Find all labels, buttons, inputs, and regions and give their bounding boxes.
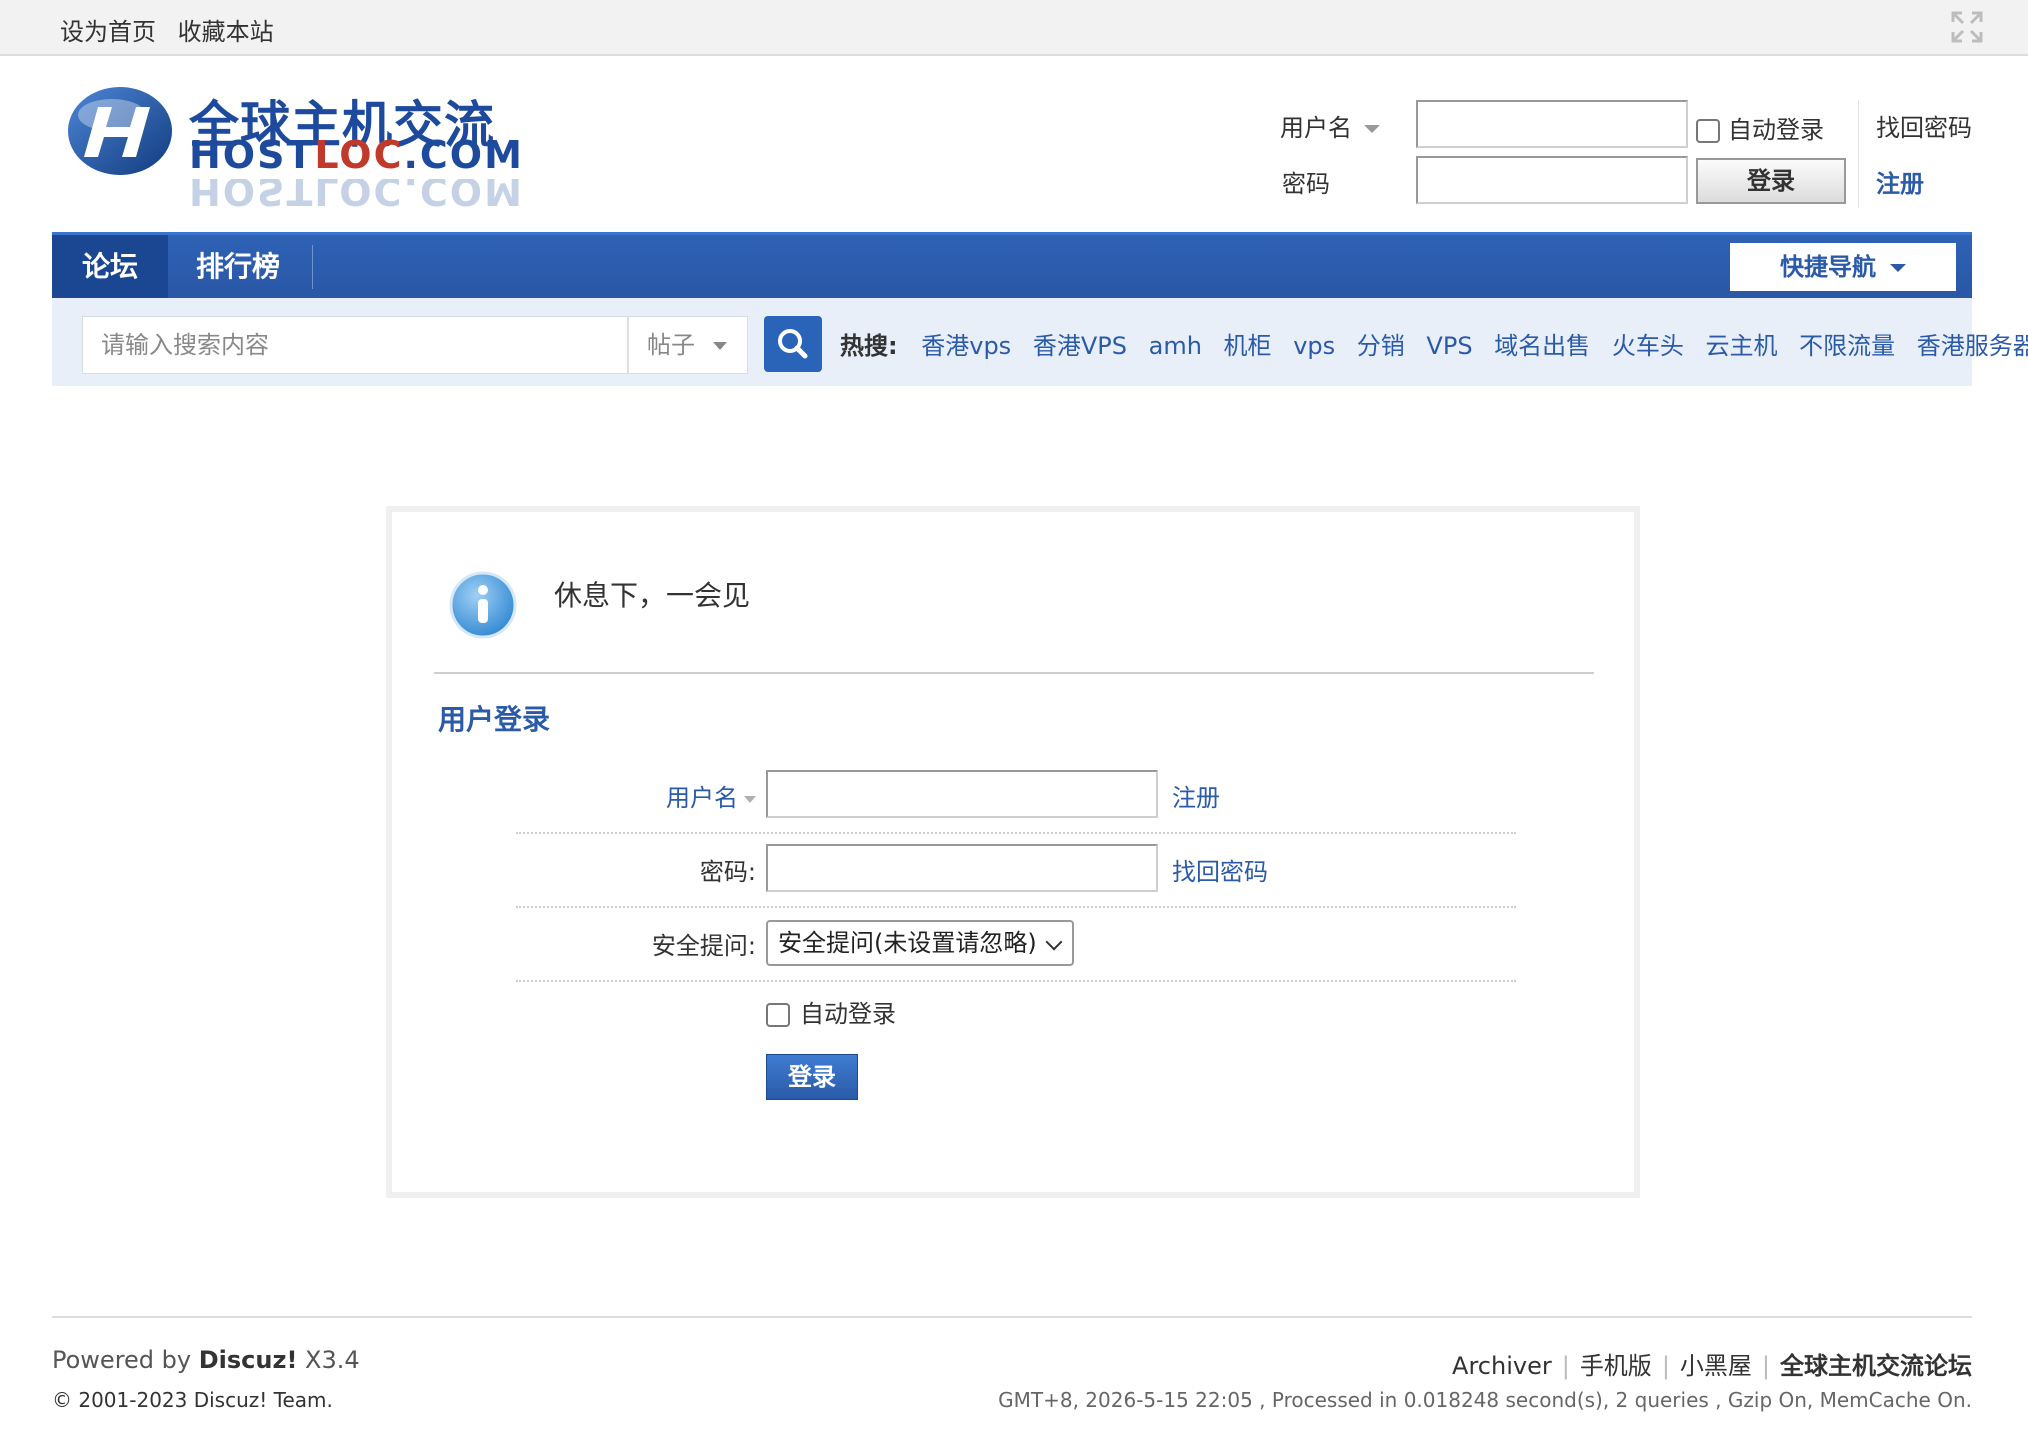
footer-divider	[52, 1316, 1972, 1318]
copyright: © 2001-2023 Discuz! Team.	[52, 1388, 333, 1412]
header-login-button[interactable]: 登录	[1696, 158, 1846, 204]
hot-link[interactable]: 香港vps	[921, 332, 1011, 360]
security-question-select[interactable]: 安全提问(未设置请忽略)	[766, 920, 1074, 966]
header-auto-login[interactable]: 自动登录	[1696, 110, 1824, 145]
header-password-input[interactable]	[1416, 156, 1688, 204]
divider	[1858, 100, 1859, 208]
password-input[interactable]	[766, 844, 1158, 892]
search-button[interactable]	[764, 316, 822, 372]
top-links: 设为首页 收藏本站	[60, 12, 288, 47]
hot-searches: 热搜: 香港vps 香港VPS amh 机柜 vps 分销 VPS 域名出售 火…	[840, 326, 2028, 361]
powered-by: Powered by Discuz! X3.4	[52, 1346, 360, 1374]
notice-message: 休息下，一会见	[554, 579, 751, 612]
hot-link[interactable]: 分销	[1357, 332, 1405, 360]
hot-link[interactable]: amh	[1149, 332, 1202, 360]
blacklist-link[interactable]: 小黑屋	[1680, 1352, 1752, 1380]
info-icon	[449, 571, 517, 639]
login-title: 用户登录	[438, 703, 551, 736]
hot-link[interactable]: 不限流量	[1799, 332, 1895, 360]
site-name-link[interactable]: 全球主机交流论坛	[1780, 1352, 1972, 1380]
password-label: 密码:	[699, 858, 756, 886]
search-type-select[interactable]: 帖子	[628, 316, 748, 374]
discuz-link[interactable]: Discuz!	[199, 1346, 298, 1374]
chevron-down-icon	[744, 795, 756, 803]
top-bar: 设为首页 收藏本站	[0, 0, 2028, 56]
server-stats: GMT+8, 2026-5-15 22:05 , Processed in 0.…	[998, 1388, 1972, 1412]
logo-text-en: HOSTLOC.COM	[189, 133, 524, 177]
hot-link[interactable]: 云主机	[1705, 332, 1777, 360]
search-icon	[778, 329, 808, 359]
header-password-label: 密码	[1282, 170, 1330, 198]
mobile-link[interactable]: 手机版	[1580, 1352, 1652, 1380]
auto-login[interactable]: 自动登录	[766, 994, 896, 1029]
fullscreen-icon[interactable]	[1950, 10, 1984, 44]
checkbox[interactable]	[1696, 119, 1720, 143]
login-panel: 休息下，一会见 用户登录 用户名 注册 密码: 找回密码 安全提问: 安全提问(…	[386, 506, 1640, 1198]
security-question-row: 安全提问: 安全提问(未设置请忽略)	[516, 908, 1516, 982]
tab-ranking[interactable]: 排行榜	[168, 235, 308, 298]
hot-link[interactable]: VPS	[1426, 332, 1472, 360]
checkbox[interactable]	[766, 1003, 790, 1027]
username-input[interactable]	[766, 770, 1158, 818]
logo-reflection: HOSTLOC.COM	[189, 179, 524, 213]
header-login-form: 用户名 密码 自动登录 登录 找回密码 注册	[1270, 100, 1990, 210]
footer-links: Archiver | 手机版 | 小黑屋 | 全球主机交流论坛	[1452, 1352, 1972, 1380]
security-question-label: 安全提问:	[651, 932, 756, 960]
header-username-input[interactable]	[1416, 100, 1688, 148]
main-nav: 论坛 排行榜 快捷导航	[52, 232, 1972, 298]
chevron-down-icon	[1364, 125, 1380, 133]
hot-link[interactable]: 香港VPS	[1033, 332, 1127, 360]
chevron-down-icon	[1890, 264, 1906, 272]
quick-nav-button[interactable]: 快捷导航	[1730, 243, 1956, 291]
set-home-link[interactable]: 设为首页	[60, 18, 156, 46]
header-register-link[interactable]: 注册	[1876, 164, 1924, 199]
header-forgot-password-link[interactable]: 找回密码	[1876, 108, 1972, 143]
username-selector[interactable]: 用户名	[666, 778, 756, 813]
hot-link[interactable]: 火车头	[1612, 332, 1684, 360]
search-bar: 请输入搜索内容 帖子 热搜: 香港vps 香港VPS amh 机柜 vps 分销…	[52, 298, 2028, 386]
chevron-down-icon	[1045, 933, 1063, 951]
logo-mark-icon	[68, 87, 172, 175]
username-row: 用户名 注册	[516, 760, 1516, 834]
password-row: 密码: 找回密码	[516, 834, 1516, 908]
tab-forum[interactable]: 论坛	[52, 235, 168, 298]
header-username-selector[interactable]: 用户名	[1280, 108, 1380, 143]
archiver-link[interactable]: Archiver	[1452, 1352, 1552, 1380]
bookmark-link[interactable]: 收藏本站	[178, 18, 274, 46]
hot-link[interactable]: 机柜	[1224, 332, 1272, 360]
chevron-down-icon	[713, 342, 727, 350]
divider	[434, 672, 1594, 674]
forgot-password-link[interactable]: 找回密码	[1172, 852, 1268, 887]
register-link[interactable]: 注册	[1172, 778, 1220, 813]
search-input[interactable]: 请输入搜索内容	[82, 316, 628, 374]
site-logo[interactable]: 全球主机交流 HOSTLOC.COM HOSTLOC.COM	[52, 75, 552, 215]
hot-link[interactable]: 香港服务器	[1917, 332, 2028, 360]
hot-label: 热搜:	[840, 332, 898, 360]
divider	[312, 245, 313, 289]
login-button[interactable]: 登录	[766, 1054, 858, 1100]
hot-link[interactable]: vps	[1293, 332, 1335, 360]
hot-link[interactable]: 域名出售	[1494, 332, 1590, 360]
